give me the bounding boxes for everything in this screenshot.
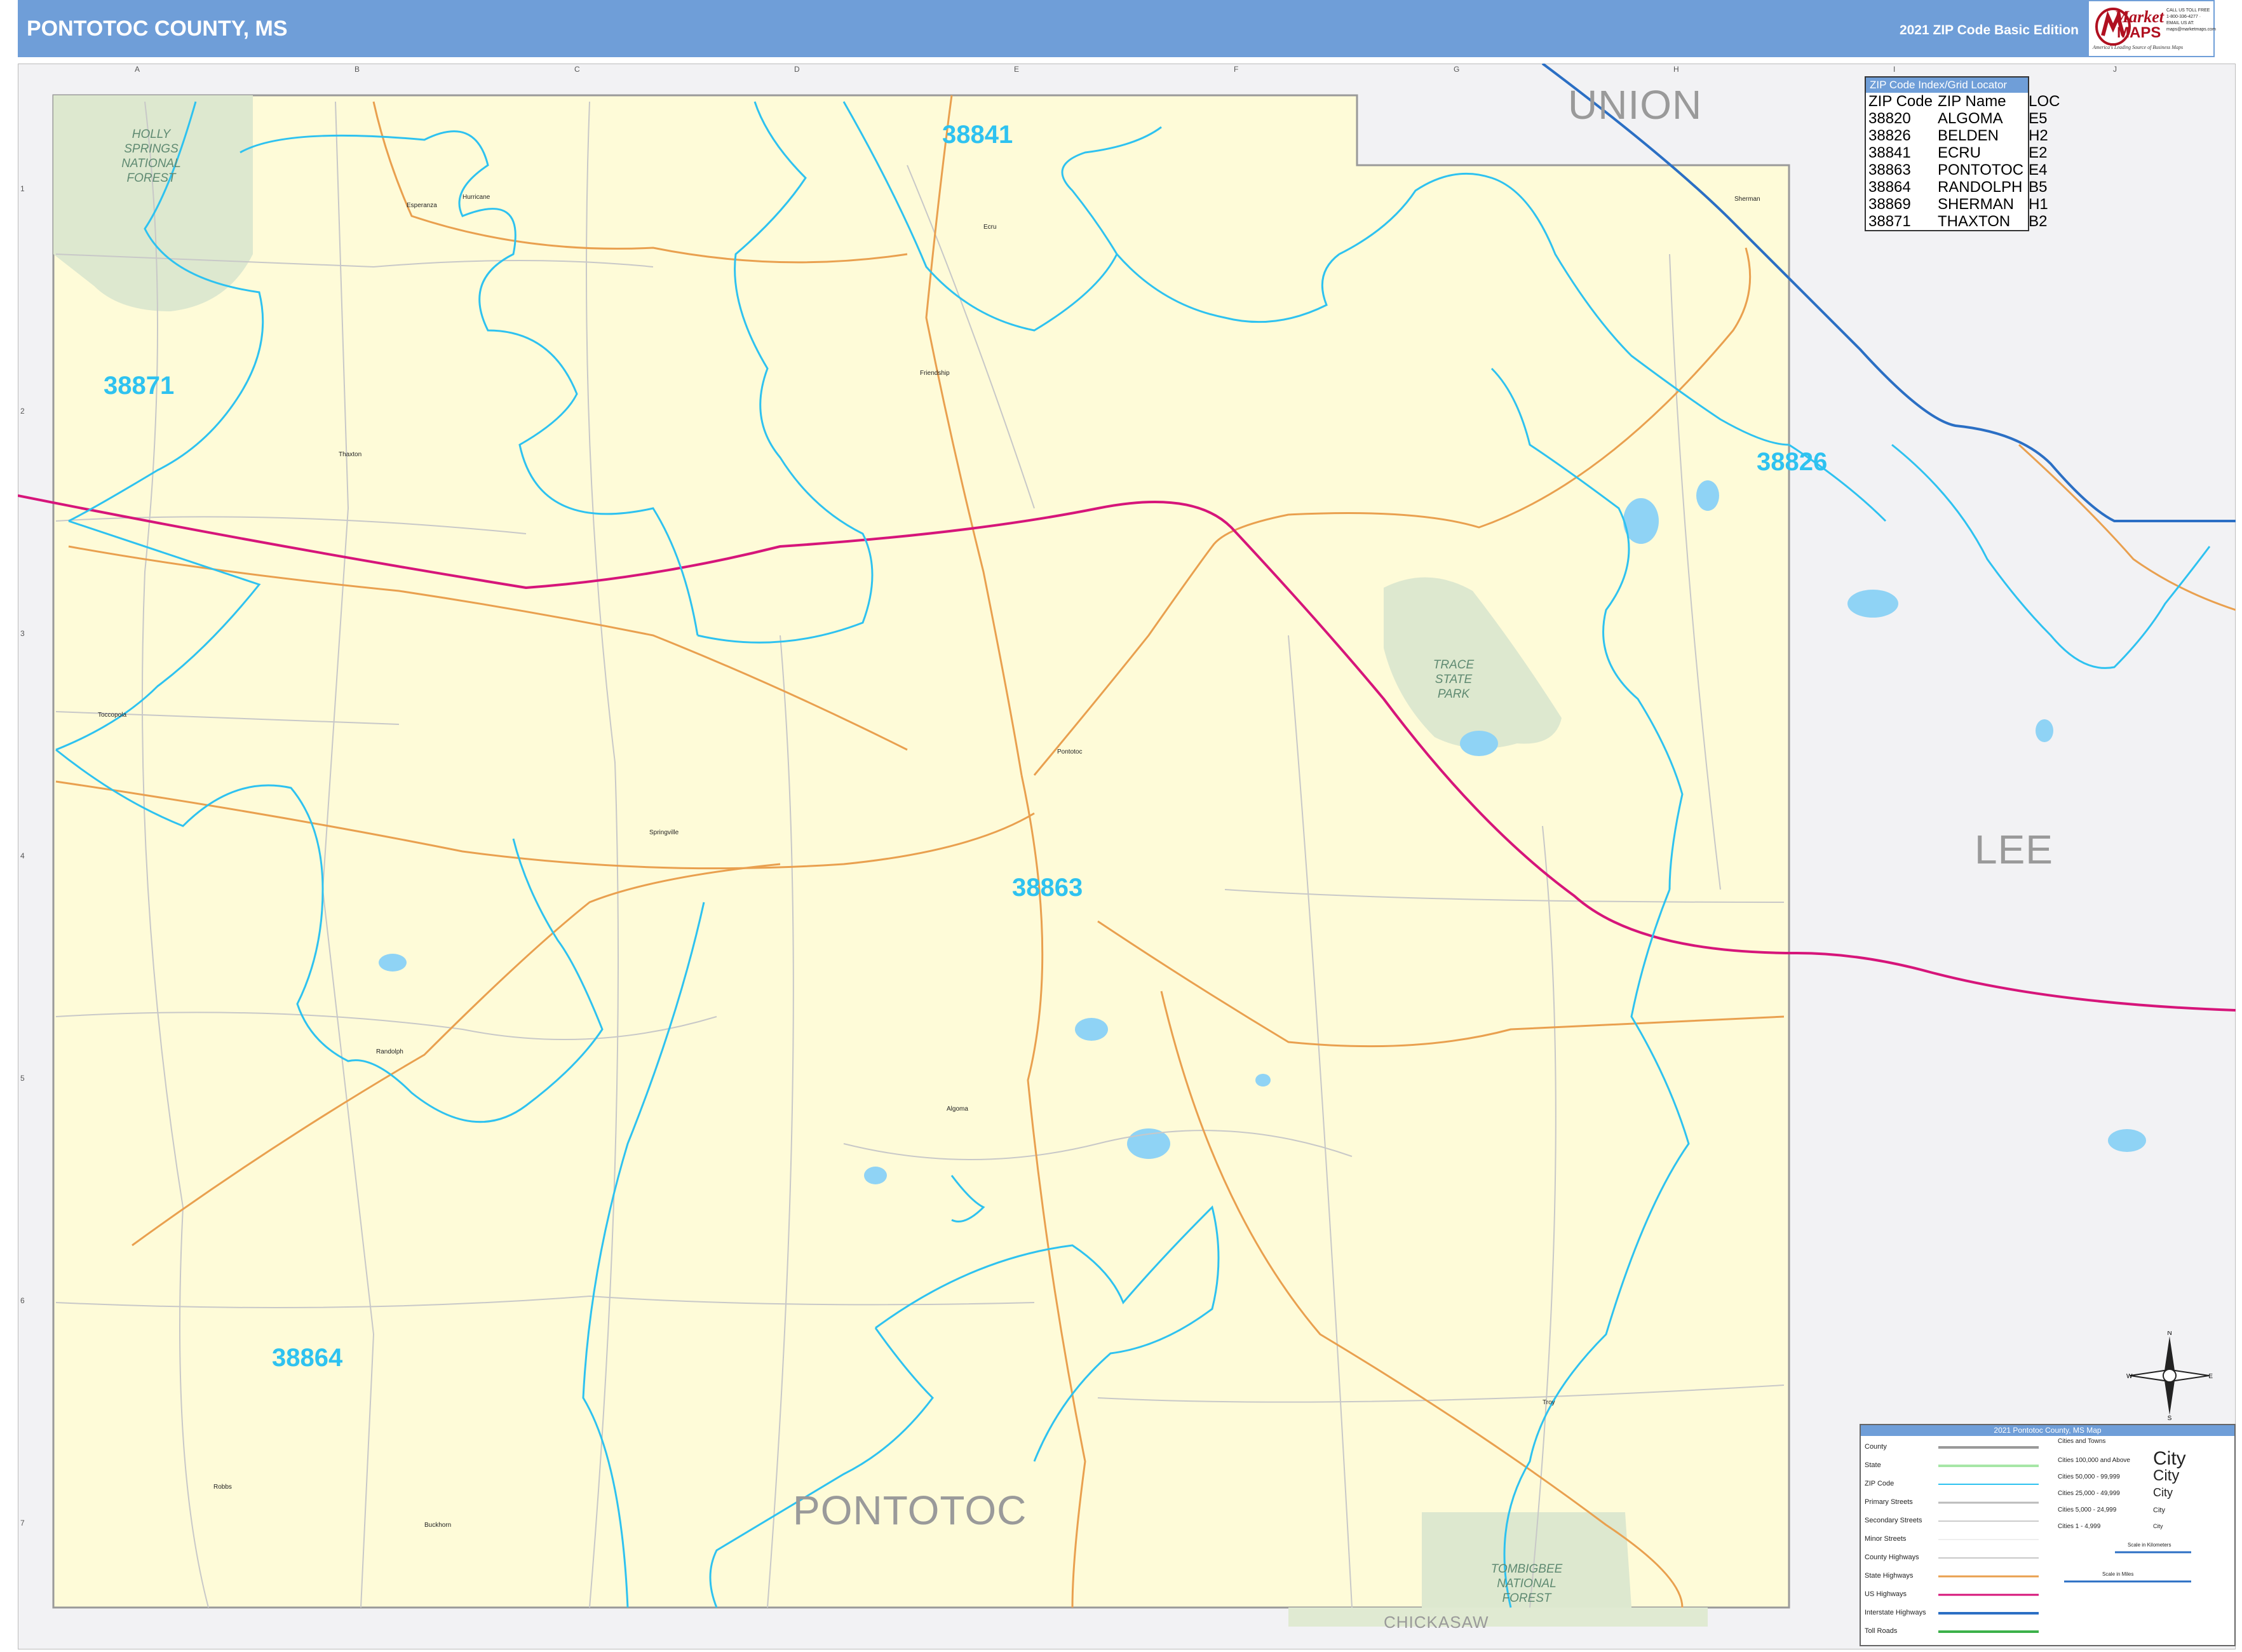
region-chickasaw: CHICKASAW [1384,1613,1489,1632]
compass-rose-icon: N S E W [2126,1331,2213,1420]
compass-n: N [2167,1331,2171,1337]
legend-cities-title: Cities and Towns [2058,1438,2106,1445]
table-row[interactable]: 38841 ECRU E2 [1866,144,2062,161]
legend-state: State [1865,1461,1881,1469]
town-esperanza[interactable]: Esperanza [407,202,437,209]
grid-col-c: C [574,65,580,74]
compass-w: W [2126,1373,2133,1380]
legend-primary: Primary Streets [1865,1498,1913,1506]
town-troy[interactable]: Troy [1543,1399,1555,1406]
town-algoma[interactable]: Algoma [947,1106,968,1113]
region-union: UNION [1568,82,1703,128]
legend-city-sample-1: City [2153,1448,2186,1469]
header-loc: LOC [2029,93,2060,110]
map-graphics [18,64,2236,1649]
legend-secondary: Secondary Streets [1865,1517,1922,1524]
grid-col-f: F [1234,65,1239,74]
grid-col-g: G [1454,65,1460,74]
legend-city-sample-4: City [2153,1506,2165,1514]
legend-city-range-3: Cities 25,000 - 49,999 [2058,1490,2120,1497]
grid-row-1: 1 [20,184,25,193]
legend-interstate: Interstate Highways [1865,1609,1926,1616]
map-legend: 2021 Pontotoc County, MS Map County Stat… [1860,1424,2236,1646]
legend-toll: Toll Roads [1865,1627,1898,1635]
town-randolph[interactable]: Randolph [376,1048,403,1055]
zip-index-grid: ZIP Code ZIP Name LOC 38820 ALGOMA E5 3882… [1866,93,2062,230]
region-lee: LEE [1975,827,2053,872]
grid-row-3: 3 [20,629,25,638]
legend-city-range-4: Cities 5,000 - 24,999 [2058,1506,2117,1513]
town-friendship[interactable]: Friendship [920,370,950,377]
legend-scale-km: Scale in Kilometers [2128,1542,2171,1548]
edition-label: 2021 ZIP Code Basic Edition [1899,23,2079,37]
grid-row-7: 7 [20,1519,25,1527]
brand-logo-box[interactable]: Market MAPS America's Leading Source of … [2088,0,2216,57]
table-row[interactable]: 38869 SHERMAN H1 [1866,196,2062,213]
legend-minor: Minor Streets [1865,1535,1907,1543]
town-toccopola[interactable]: Toccopola [98,712,126,719]
table-row[interactable]: 38820 ALGOMA E5 [1866,110,2062,127]
zip-index-table: ZIP Code Index/Grid Locator ZIP Code ZIP… [1865,76,2060,231]
header-zip-code: ZIP Code [1868,93,1933,110]
grid-col-d: D [794,65,800,74]
table-row[interactable]: 38864 RANDOLPH B5 [1866,179,2062,196]
legend-city-sample-5: City [2153,1523,2163,1529]
grid-col-j: J [2113,65,2117,74]
grid-row-5: 5 [20,1074,25,1083]
legend-us-hwy: US Highways [1865,1590,1907,1598]
brand-name-bottom: MAPS [2117,24,2161,41]
zip-label-38863[interactable]: 38863 [1012,874,1083,902]
legend-city-sample-3: City [2153,1486,2173,1499]
compass-e: E [2208,1373,2213,1380]
legend-city-range-1: Cities 100,000 and Above [2058,1457,2130,1464]
legend-city-range-5: Cities 1 - 4,999 [2058,1523,2101,1530]
grid-col-a: A [135,65,140,74]
legend-city-range-2: Cities 50,000 - 99,999 [2058,1473,2120,1480]
map-canvas[interactable]: A B C D E F G H I J 1 2 3 4 5 6 7 UNION … [18,64,2236,1649]
legend-city-sample-2: City [2153,1467,2180,1484]
table-row[interactable]: 38826 BELDEN H2 [1866,127,2062,144]
table-row[interactable]: 38863 PONTOTOC E4 [1866,161,2062,179]
town-ecru[interactable]: Ecru [983,224,997,231]
compass-s: S [2168,1415,2172,1420]
grid-row-2: 2 [20,407,25,416]
legend-scale-mi: Scale in Miles [2102,1571,2134,1577]
zip-label-38826[interactable]: 38826 [1757,448,1827,477]
town-robbs[interactable]: Robbs [213,1484,232,1491]
grid-col-i: I [1893,65,1896,74]
zip-label-38871[interactable]: 38871 [104,372,174,400]
header-zip-name: ZIP Name [1937,93,2006,110]
park-tombigbee: TOMBIGBEE NATIONAL FOREST [1490,1562,1563,1605]
map-header: PONTOTOC COUNTY, MS 2021 ZIP Code Basic … [18,0,2216,57]
zip-label-38864[interactable]: 38864 [272,1344,342,1372]
map-title: PONTOTOC COUNTY, MS [27,17,288,41]
zip-label-38841[interactable]: 38841 [942,121,1013,149]
zip-index-header-row: ZIP Code ZIP Name LOC [1866,93,2062,110]
region-pontotoc: PONTOTOC [793,1487,1027,1533]
town-thaxton[interactable]: Thaxton [339,451,361,458]
park-holly-springs: HOLLY SPRINGS NATIONAL FOREST [121,128,181,185]
grid-row-6: 6 [20,1296,25,1305]
legend-county: County [1865,1443,1887,1451]
legend-zip: ZIP Code [1865,1480,1894,1487]
park-trace-state: TRACE STATE PARK [1433,658,1475,701]
chickasaw-strip [1288,1608,1708,1627]
town-buckhorn[interactable]: Buckhorn [424,1522,451,1529]
legend-county-hwy: County Highways [1865,1554,1919,1561]
town-springville[interactable]: Springville [649,829,679,836]
brand-contact: CALL US TOLL FREE 1-800-336-4277 · EMAIL… [2166,8,2216,32]
grid-col-h: H [1673,65,1679,74]
grid-col-b: B [355,65,360,74]
grid-row-4: 4 [20,851,25,860]
town-pontotoc[interactable]: Pontotoc [1057,748,1082,755]
town-sherman[interactable]: Sherman [1734,196,1760,203]
table-row[interactable]: 38871 THAXTON B2 [1866,213,2062,230]
zip-index-title: ZIP Code Index/Grid Locator [1866,78,2028,93]
town-hurricane[interactable]: Hurricane [463,194,490,201]
grid-col-e: E [1014,65,1020,74]
county-boundary [52,94,1790,1609]
legend-state-hwy: State Highways [1865,1572,1914,1580]
brand-tagline: America's Leading Source of Business Map… [2093,44,2184,50]
